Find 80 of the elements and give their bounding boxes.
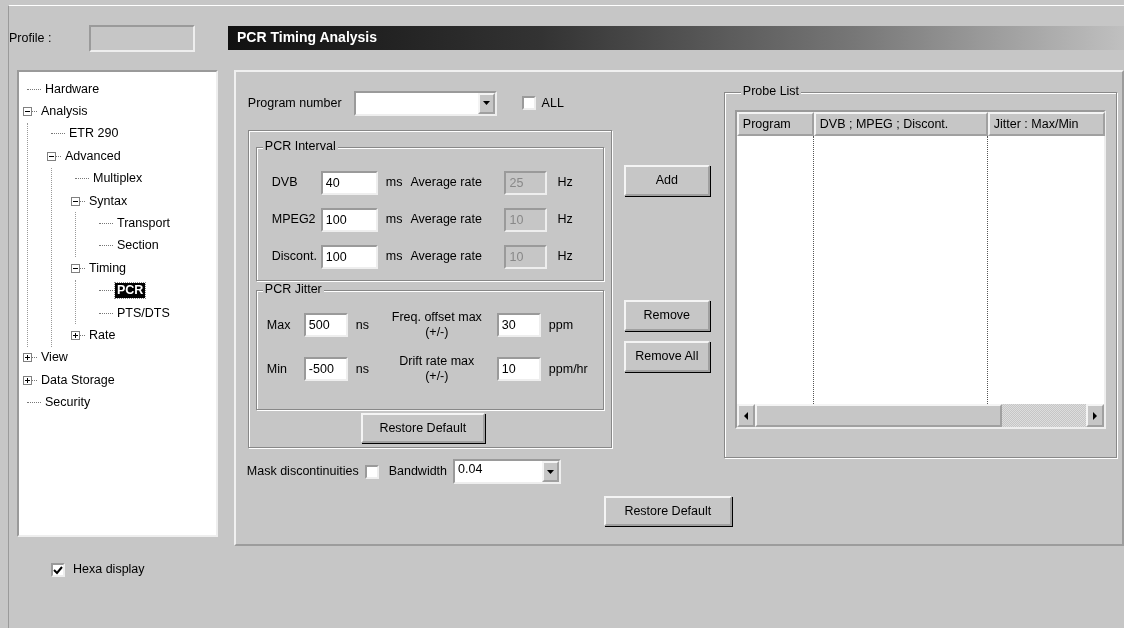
field-label: Average rate — [410, 175, 483, 190]
left-arrow-icon — [742, 411, 749, 420]
collapse-icon[interactable] — [47, 151, 56, 161]
column-header[interactable]: DVB ; MPEG ; Discont. — [813, 112, 988, 136]
bandwidth-label: Bandwidth — [388, 464, 448, 479]
tree-item[interactable]: PTS/DTS — [115, 305, 172, 321]
restore-default-button[interactable]: Restore Default — [360, 413, 485, 443]
unit-label: Hz — [557, 175, 573, 190]
tree-item[interactable]: Analysis — [39, 104, 90, 120]
input-field[interactable]: -500 — [303, 357, 348, 381]
list-action-button[interactable]: Remove All — [623, 341, 710, 372]
panel-title: PCR Timing Analysis — [228, 26, 1124, 50]
collapse-icon[interactable] — [71, 263, 80, 273]
unit-label: ns — [354, 361, 370, 377]
combo-value: 0.04 — [457, 461, 484, 478]
tree-item[interactable]: Advanced — [63, 148, 123, 164]
tree-item[interactable]: Multiplex — [91, 171, 145, 187]
field-label: Average rate — [410, 212, 483, 227]
tree-item[interactable]: PCR — [115, 283, 146, 299]
unit-label: Hz — [557, 212, 573, 227]
program-number-label: Program number — [247, 95, 342, 111]
field-label: Drift rate max — [398, 354, 476, 369]
check-icon — [53, 564, 63, 575]
field-label: (+/-) — [424, 369, 450, 384]
input-field[interactable]: 10 — [496, 357, 541, 381]
dropdown-arrow-icon — [482, 101, 490, 105]
tree-item[interactable]: Transport — [115, 216, 173, 232]
unit-label: ppm — [548, 317, 574, 333]
input-field[interactable]: 500 — [303, 313, 348, 337]
tree-item[interactable]: ETR 290 — [67, 126, 121, 142]
input-field[interactable]: 30 — [496, 313, 541, 337]
program-number-dropdown[interactable] — [353, 90, 497, 116]
field-label: Min — [266, 361, 288, 377]
tree-item[interactable]: Timing — [87, 260, 129, 276]
expand-icon[interactable] — [71, 331, 80, 340]
tree-item[interactable]: Security — [43, 395, 93, 411]
collapse-icon[interactable] — [71, 196, 80, 206]
field-label: DVB — [271, 175, 299, 190]
input-field[interactable]: 100 — [320, 207, 378, 232]
scrollbar-thumb[interactable] — [754, 404, 1002, 427]
scroll-right-button[interactable] — [1085, 404, 1104, 427]
field-label: Freq. offset max — [390, 310, 483, 325]
dropdown-arrow-icon — [547, 469, 555, 474]
tree-item[interactable]: Hardware — [43, 81, 102, 97]
unit-label: ns — [354, 317, 370, 333]
column-header[interactable]: Jitter : Max/Min — [987, 112, 1105, 136]
bandwidth-dropdown[interactable]: 0.04 — [453, 459, 562, 484]
field-label: (+/-) — [424, 325, 450, 340]
all-checkbox[interactable] — [521, 96, 536, 110]
field-label: MPEG2 — [271, 212, 317, 227]
expand-icon[interactable] — [23, 353, 32, 363]
right-arrow-icon — [1091, 411, 1098, 420]
column-header[interactable]: Program — [736, 112, 814, 136]
list-action-button[interactable]: Remove — [623, 300, 710, 331]
field-label: Average rate — [410, 249, 483, 264]
unit-label: ms — [385, 212, 403, 227]
tree-item[interactable]: Rate — [87, 328, 118, 343]
scroll-left-button[interactable] — [736, 404, 755, 427]
all-label: ALL — [541, 95, 564, 111]
tree-item[interactable]: Section — [115, 238, 161, 254]
hexa-display-label: Hexa display — [73, 562, 145, 577]
collapse-icon[interactable] — [23, 107, 32, 117]
input-field[interactable]: 40 — [320, 170, 378, 195]
tree-item[interactable]: Syntax — [87, 193, 130, 209]
mask-discontinuities-checkbox[interactable] — [364, 464, 379, 479]
unit-label: ms — [385, 175, 403, 190]
field-label: Discont. — [271, 249, 318, 264]
field-label: Max — [266, 317, 292, 333]
mask-discontinuities-label: Mask discontinuities — [246, 464, 359, 479]
tree-item[interactable]: Data Storage — [39, 372, 117, 388]
unit-label: ms — [385, 249, 403, 264]
unit-label: ppm/hr — [548, 361, 588, 377]
profile-label: Profile : — [9, 30, 53, 46]
expand-icon[interactable] — [23, 375, 32, 385]
tree-item[interactable]: View — [39, 350, 70, 366]
unit-label: Hz — [557, 249, 573, 264]
hexa-display-checkbox[interactable] — [51, 562, 65, 577]
input-field[interactable]: 100 — [320, 244, 378, 269]
restore-default-button[interactable]: Restore Default — [603, 496, 732, 526]
list-action-button[interactable]: Add — [623, 165, 710, 196]
